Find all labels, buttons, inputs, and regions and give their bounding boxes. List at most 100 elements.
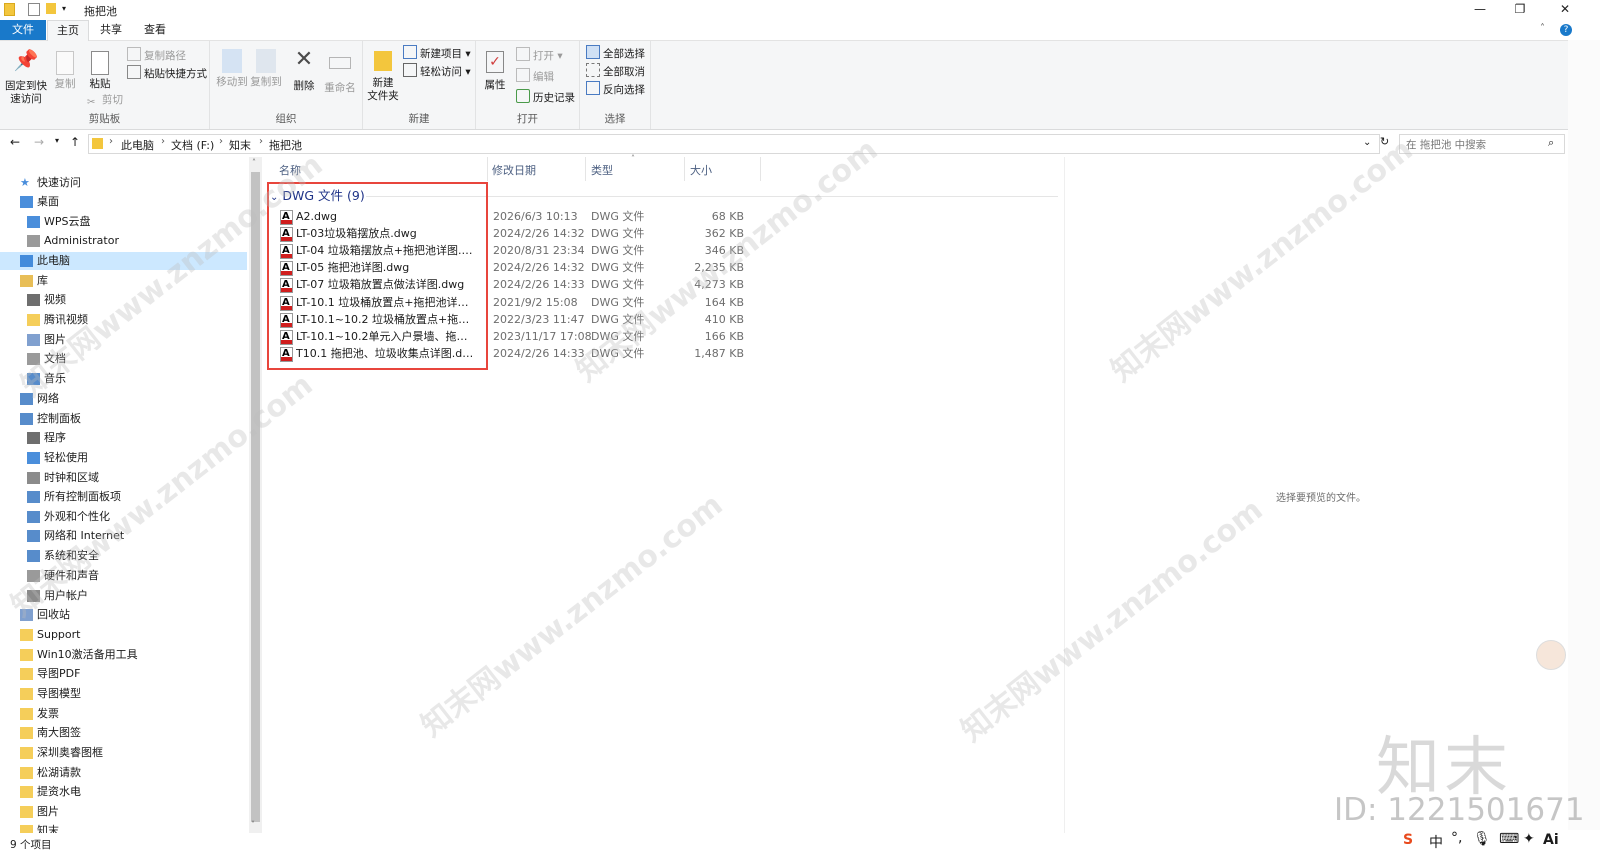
address-dropdown-icon[interactable]: ⌄ xyxy=(1363,137,1371,148)
properties-icon[interactable] xyxy=(28,3,40,16)
sidebar-item[interactable]: Support xyxy=(0,626,247,644)
search-box[interactable]: 在 拖把池 中搜索 ⌕ xyxy=(1399,134,1565,154)
sidebar-item[interactable]: 导图PDF xyxy=(0,665,247,683)
recent-locations-icon[interactable]: ▾ xyxy=(55,136,59,145)
tab-share[interactable]: 共享 xyxy=(92,20,130,40)
sidebar-item[interactable]: 网络和 Internet xyxy=(0,527,247,545)
sidebar-item[interactable]: 轻松使用 xyxy=(0,449,247,467)
sidebar-item[interactable]: 文档 xyxy=(0,350,247,368)
sidebar-item[interactable]: 视频 xyxy=(0,291,247,309)
sidebar-item[interactable]: 控制面板 xyxy=(0,410,247,428)
search-icon[interactable]: ⌕ xyxy=(1548,136,1554,150)
new-item-button[interactable]: 新建项目 ▾ xyxy=(403,45,471,61)
sidebar-item[interactable]: 图片 xyxy=(0,803,247,821)
cut-button[interactable]: ✂ 剪切 xyxy=(87,93,123,108)
sidebar-item[interactable]: 知末 xyxy=(0,822,247,833)
sidebar-item[interactable]: 腾讯视频 xyxy=(0,311,247,329)
ai-icon[interactable]: Ai xyxy=(1543,832,1559,848)
refresh-icon[interactable]: ↻ xyxy=(1380,135,1389,148)
delete-button[interactable]: ✕ 删除 xyxy=(288,45,320,93)
breadcrumb-drive[interactable]: 文档 (F:) xyxy=(171,137,214,153)
address-bar[interactable]: › 此电脑 › 文档 (F:) › 知末 › 拖把池 ⌄ xyxy=(88,134,1380,154)
sidebar-item[interactable]: 发票 xyxy=(0,705,247,723)
breadcrumb-zhimo[interactable]: 知末 xyxy=(229,137,251,153)
pin-quick-access-button[interactable]: 📌 固定到快 速访问 xyxy=(4,45,48,106)
copy-to-button[interactable]: 复制到 xyxy=(248,45,284,89)
sidebar-item[interactable]: Administrator xyxy=(0,232,247,250)
back-arrow-icon[interactable]: ← xyxy=(10,135,20,149)
sidebar-item[interactable]: 网络 xyxy=(0,390,247,408)
close-button[interactable]: ✕ xyxy=(1545,0,1585,20)
sidebar-item[interactable]: 外观和个性化 xyxy=(0,508,247,526)
sidebar-item[interactable]: 南大图签 xyxy=(0,724,247,742)
nav-scrollbar-thumb[interactable] xyxy=(251,172,260,822)
column-divider[interactable] xyxy=(760,157,761,181)
copy-path-button[interactable]: 复制路径 xyxy=(127,47,186,63)
sidebar-item[interactable]: 库 xyxy=(0,272,247,290)
ime-language[interactable]: 中 xyxy=(1429,832,1443,852)
edit-button[interactable]: 编辑 xyxy=(516,68,554,84)
ime-logo-icon[interactable]: S xyxy=(1403,832,1413,848)
assistant-avatar-icon[interactable] xyxy=(1536,640,1566,670)
paste-shortcut-button[interactable]: 粘贴快捷方式 xyxy=(127,65,207,81)
sidebar-item[interactable]: 音乐 xyxy=(0,370,247,388)
sidebar-item[interactable]: ★ 快速访问 xyxy=(0,174,247,192)
column-header-type[interactable]: 类型 xyxy=(591,162,613,178)
easy-access-button[interactable]: 轻松访问 ▾ xyxy=(403,63,471,79)
skin-icon[interactable]: ✦ xyxy=(1523,831,1535,847)
column-divider[interactable] xyxy=(684,157,685,181)
search-input[interactable]: 在 拖把池 中搜索 xyxy=(1406,137,1486,152)
microphone-icon[interactable]: 🎙 xyxy=(1473,831,1491,847)
paste-button[interactable]: 粘贴 xyxy=(84,45,116,91)
breadcrumb-current[interactable]: 拖把池 xyxy=(269,137,302,153)
sidebar-item[interactable]: 时钟和区域 xyxy=(0,469,247,487)
select-all-button[interactable]: 全部选择 xyxy=(586,45,645,61)
breadcrumb-this-pc[interactable]: 此电脑 xyxy=(121,137,154,153)
breadcrumb-separator-icon[interactable]: › xyxy=(219,136,223,147)
move-to-button[interactable]: 移动到 xyxy=(214,45,250,89)
tab-home[interactable]: 主页 xyxy=(47,20,89,41)
maximize-button[interactable]: ❐ xyxy=(1500,0,1540,20)
sidebar-item[interactable]: 回收站 xyxy=(0,606,247,624)
sidebar-item[interactable]: 系统和安全 xyxy=(0,547,247,565)
tab-file[interactable]: 文件 xyxy=(0,20,46,40)
breadcrumb-separator-icon[interactable]: › xyxy=(109,136,113,147)
sidebar-item[interactable]: 所有控制面板项 xyxy=(0,488,247,506)
properties-button[interactable]: ✓ 属性 xyxy=(480,45,510,92)
breadcrumb-separator-icon[interactable]: › xyxy=(259,136,263,147)
keyboard-icon[interactable]: ⌨ xyxy=(1499,831,1519,847)
sidebar-item[interactable]: 图片 xyxy=(0,331,247,349)
quick-access-dropdown-icon[interactable]: ▾ xyxy=(62,4,66,18)
minimize-button[interactable]: — xyxy=(1460,0,1500,20)
sidebar-item[interactable]: 深圳奥睿图框 xyxy=(0,744,247,762)
sidebar-item[interactable]: Win10激活备用工具 xyxy=(0,646,247,664)
select-none-button[interactable]: 全部取消 xyxy=(586,63,645,79)
new-folder-button[interactable]: 新建 文件夹 xyxy=(365,45,401,103)
column-header-date[interactable]: 修改日期 xyxy=(492,162,536,178)
breadcrumb-separator-icon[interactable]: › xyxy=(161,136,165,147)
help-icon[interactable]: ? xyxy=(1560,24,1572,36)
sidebar-item[interactable]: WPS云盘 xyxy=(0,213,247,231)
open-button[interactable]: 打开 ▾ xyxy=(516,47,563,63)
sidebar-item[interactable]: 此电脑 xyxy=(0,252,247,270)
ribbon-collapse-icon[interactable]: ˄ xyxy=(1540,23,1545,34)
tab-view[interactable]: 查看 xyxy=(136,20,174,40)
forward-arrow-icon[interactable]: → xyxy=(34,135,44,149)
history-button[interactable]: 历史记录 xyxy=(516,89,575,105)
column-header-size[interactable]: 大小 xyxy=(690,162,712,178)
sidebar-item[interactable]: 用户帐户 xyxy=(0,587,247,605)
sidebar-item[interactable]: 提资水电 xyxy=(0,783,247,801)
copy-button[interactable]: 复制 xyxy=(50,45,80,91)
scroll-up-icon[interactable]: ˄ xyxy=(252,158,256,167)
new-folder-icon[interactable] xyxy=(46,3,56,14)
sidebar-item[interactable]: 松湖请款 xyxy=(0,764,247,782)
sidebar-item[interactable]: 桌面 xyxy=(0,193,247,211)
column-header-name[interactable]: 名称 xyxy=(279,162,301,178)
rename-button[interactable]: 重命名 xyxy=(322,45,358,95)
column-divider[interactable] xyxy=(487,157,488,181)
sidebar-item[interactable]: 程序 xyxy=(0,429,247,447)
punctuation-icon[interactable]: °, xyxy=(1451,830,1462,846)
invert-selection-button[interactable]: 反向选择 xyxy=(586,81,645,97)
sidebar-item[interactable]: 硬件和声音 xyxy=(0,567,247,585)
column-divider[interactable] xyxy=(585,157,586,181)
